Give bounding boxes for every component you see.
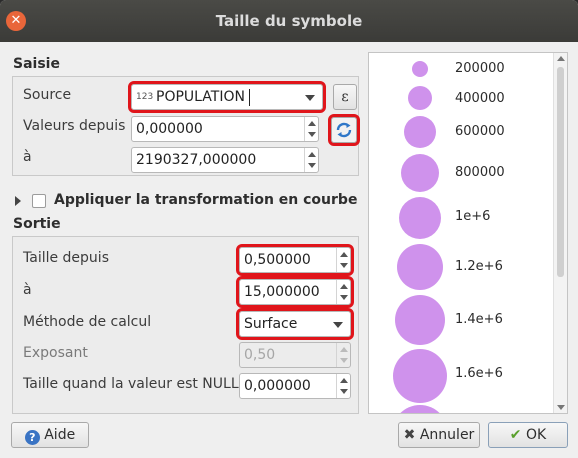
size-legend-preview[interactable]: 200000 400000 600000 800000 1e+6 1.2e+6 … <box>368 52 568 414</box>
checkmark-icon: ✔ <box>509 427 522 443</box>
chevron-down-icon <box>333 322 343 328</box>
values-to-spinbox[interactable]: 2190327,000000 <box>131 147 319 173</box>
values-to-label: à <box>23 149 32 165</box>
saisie-group: Source 123 POPULATION ε Valeurs depuis 0… <box>12 76 360 176</box>
values-to-value: 2190327,000000 <box>136 152 257 168</box>
expression-icon: ε <box>341 89 349 105</box>
null-size-label: Taille quand la valeur est NULL <box>23 376 239 392</box>
help-label: Aide <box>44 427 76 443</box>
size-from-label: Taille depuis <box>23 250 109 266</box>
size-from-spinbox[interactable]: 0,500000 <box>236 244 354 276</box>
curve-label: Appliquer la transformation en courbe <box>54 192 358 208</box>
legend-circle <box>412 61 428 77</box>
window-title: Taille du symbole <box>215 12 363 30</box>
legend-circle <box>397 244 443 290</box>
values-from-label: Valeurs depuis <box>23 118 126 134</box>
legend-label: 600000 <box>455 124 505 139</box>
method-label: Méthode de calcul <box>23 314 152 330</box>
dialog-window: ✕ Taille du symbole Saisie Source 123 PO… <box>0 0 578 458</box>
saisie-title: Saisie <box>13 56 60 72</box>
numeric-field-icon: 123 <box>136 92 154 102</box>
legend-label: 400000 <box>455 91 505 106</box>
legend-circle <box>408 86 432 110</box>
size-to-spinbox[interactable]: 15,000000 <box>236 276 354 308</box>
settings-pane: Saisie Source 123 POPULATION ε Valeurs d… <box>6 50 362 416</box>
cancel-button[interactable]: ✖ Annuler <box>398 422 480 448</box>
size-to-value: 15,000000 <box>244 284 320 300</box>
null-size-spinbox[interactable]: 0,000000 <box>239 373 351 399</box>
expression-button[interactable]: ε <box>333 84 357 110</box>
legend-label: 1.6e+6 <box>455 366 503 381</box>
legend-circle <box>404 116 436 148</box>
legend-label: 200000 <box>455 61 505 76</box>
curve-checkbox[interactable] <box>32 194 46 208</box>
sortie-title: Sortie <box>13 216 61 232</box>
legend-circle <box>399 197 441 239</box>
legend-circle <box>401 154 439 192</box>
cancel-label: Annuler <box>419 427 475 443</box>
legend-circle <box>393 349 447 403</box>
legend-label: 1.4e+6 <box>455 312 503 327</box>
size-to-label: à <box>23 282 32 298</box>
curve-expander[interactable]: Appliquer la transformation en courbe <box>10 192 357 212</box>
legend-label: 1.2e+6 <box>455 259 503 274</box>
method-combobox[interactable]: Surface <box>236 308 354 340</box>
title-bar: ✕ Taille du symbole <box>0 0 578 42</box>
legend-label: 800000 <box>455 165 505 180</box>
chevron-down-icon <box>305 95 315 101</box>
legend-label: 1e+6 <box>455 209 491 224</box>
values-from-value: 0,000000 <box>136 121 203 137</box>
source-combobox[interactable]: 123 POPULATION <box>128 81 326 113</box>
exponent-value: 0,50 <box>244 347 276 363</box>
scrollbar-thumb[interactable] <box>557 67 564 277</box>
scroll-down-icon[interactable] <box>557 405 565 410</box>
fetch-values-button[interactable] <box>328 114 360 146</box>
legend-scrollbar[interactable] <box>553 53 567 413</box>
close-button[interactable]: ✕ <box>6 11 26 31</box>
refresh-icon <box>336 122 352 138</box>
values-from-spinbox[interactable]: 0,000000 <box>131 116 319 142</box>
null-size-value: 0,000000 <box>244 378 311 394</box>
legend-circle <box>392 405 448 413</box>
source-label: Source <box>23 87 72 103</box>
exponent-spinbox: 0,50 <box>239 342 351 368</box>
help-button[interactable]: ? Aide <box>11 422 89 448</box>
sortie-group: Taille depuis 0,500000 à 15,000000 Métho… <box>12 236 359 414</box>
scroll-up-icon[interactable] <box>557 56 565 61</box>
size-from-value: 0,500000 <box>244 252 311 268</box>
help-icon: ? <box>24 430 40 445</box>
method-value: Surface <box>244 316 298 332</box>
expand-arrow-icon <box>15 196 21 206</box>
exponent-label: Exposant <box>23 345 88 361</box>
cancel-icon: ✖ <box>403 427 416 443</box>
legend-circle <box>395 295 445 345</box>
text-cursor <box>249 89 250 106</box>
ok-button[interactable]: ✔ OK <box>488 422 568 448</box>
ok-label: OK <box>525 427 547 443</box>
source-value: POPULATION <box>156 89 245 105</box>
